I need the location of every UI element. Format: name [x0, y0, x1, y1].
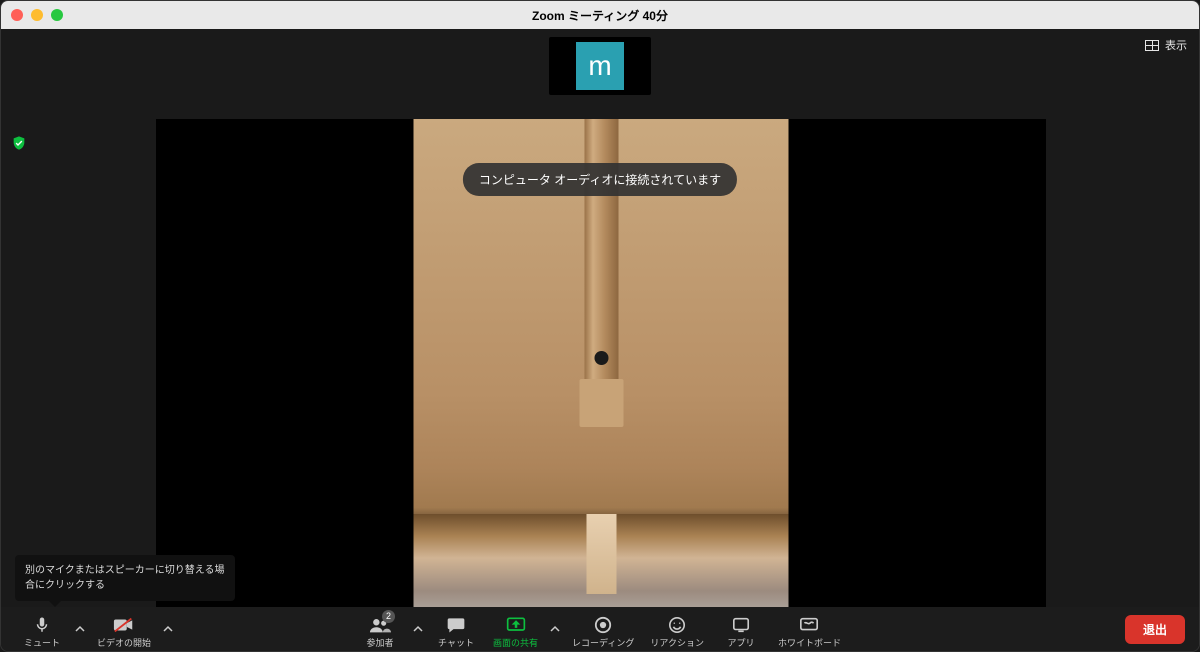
zoom-meeting-window: Zoom ミーティング 40分 m 表示	[0, 0, 1200, 652]
share-options-chevron[interactable]	[548, 609, 562, 649]
view-toggle[interactable]: 表示	[1145, 37, 1187, 53]
avatar-initial: m	[588, 50, 611, 82]
maximize-window-button[interactable]	[51, 9, 63, 21]
mute-button[interactable]: ミュート	[15, 609, 69, 649]
start-video-button[interactable]: ビデオの開始	[91, 609, 157, 649]
audio-options-chevron[interactable]	[73, 609, 87, 649]
participants-count-badge: 2	[382, 610, 395, 623]
participants-chevron[interactable]	[411, 609, 425, 649]
audio-connected-toast: コンピュータ オーディオに接続されています	[463, 163, 737, 196]
record-label: レコーディング	[572, 636, 634, 649]
share-screen-icon	[506, 614, 526, 636]
chat-button[interactable]: チャット	[429, 609, 483, 649]
whiteboard-label: ホワイトボード	[778, 636, 841, 649]
window-title: Zoom ミーティング 40分	[1, 7, 1199, 24]
self-thumbnail[interactable]: m	[549, 37, 651, 95]
toolbar-center: 2 参加者 チャット 画面の共有	[353, 609, 847, 649]
chat-icon	[446, 614, 466, 636]
avatar-tile: m	[576, 42, 624, 90]
view-toggle-label: 表示	[1165, 37, 1187, 53]
video-label: ビデオの開始	[97, 636, 151, 649]
meeting-content: m 表示 コンピュータ オーディオに接続されています	[1, 29, 1199, 607]
video-off-icon	[113, 614, 135, 636]
record-icon	[594, 614, 612, 636]
grid-icon	[1145, 40, 1159, 51]
participants-button[interactable]: 2 参加者	[353, 609, 407, 649]
reactions-label: リアクション	[650, 636, 704, 649]
apps-icon	[732, 614, 750, 636]
apps-label: アプリ	[727, 636, 754, 649]
reactions-button[interactable]: リアクション	[644, 609, 710, 649]
video-options-chevron[interactable]	[161, 609, 175, 649]
mute-label: ミュート	[24, 636, 60, 649]
close-window-button[interactable]	[11, 9, 23, 21]
titlebar: Zoom ミーティング 40分	[1, 1, 1199, 29]
whiteboard-icon	[799, 614, 819, 636]
participants-label: 参加者	[367, 636, 394, 649]
toolbar-right: 退出	[1125, 615, 1185, 644]
toolbar-left: ミュート ビデオの開始	[15, 609, 175, 649]
meeting-toolbar: ミュート ビデオの開始 2 参加者	[1, 607, 1199, 651]
share-label: 画面の共有	[493, 636, 538, 649]
chat-label: チャット	[438, 636, 474, 649]
leave-button[interactable]: 退出	[1125, 615, 1185, 644]
encryption-shield-icon[interactable]	[11, 135, 27, 151]
reactions-icon	[668, 614, 686, 636]
apps-button[interactable]: アプリ	[714, 609, 768, 649]
audio-options-tooltip: 別のマイクまたはスピーカーに切り替える場合にクリックする	[15, 555, 235, 601]
share-screen-button[interactable]: 画面の共有	[487, 609, 544, 649]
record-button[interactable]: レコーディング	[566, 609, 640, 649]
microphone-icon	[33, 614, 51, 636]
whiteboard-button[interactable]: ホワイトボード	[772, 609, 847, 649]
window-controls	[11, 9, 63, 21]
minimize-window-button[interactable]	[31, 9, 43, 21]
